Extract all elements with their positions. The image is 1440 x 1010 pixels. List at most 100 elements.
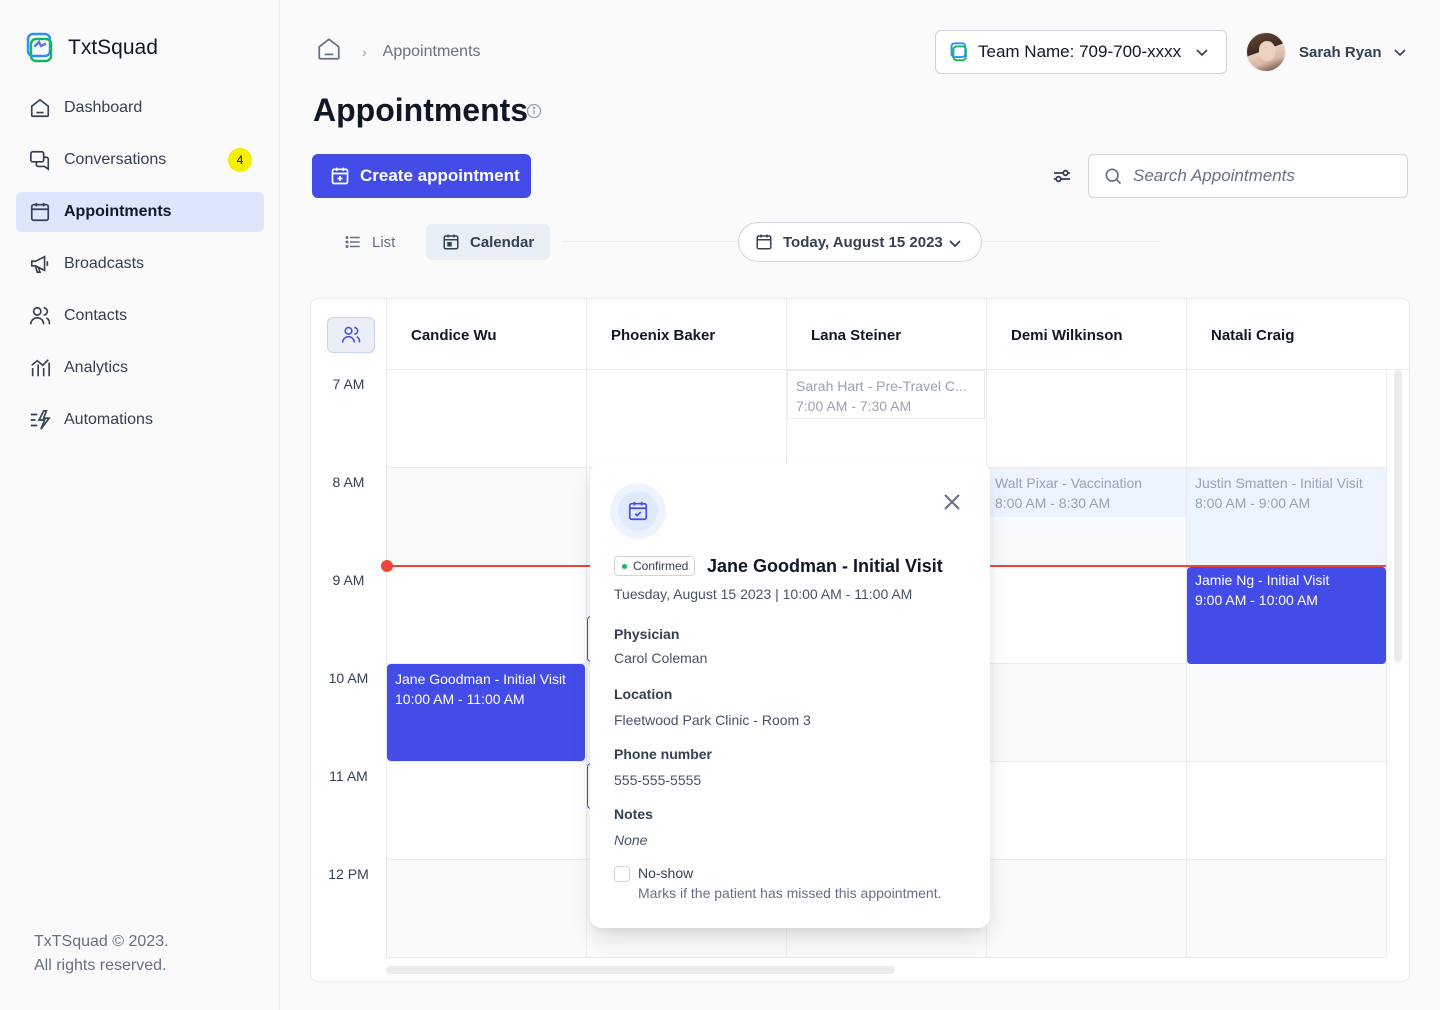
phone-value: 555-555-5555 xyxy=(614,772,702,788)
calendar-icon xyxy=(442,233,460,251)
chevron-right-icon: › xyxy=(362,43,367,60)
notes-value: None xyxy=(614,832,648,848)
create-appointment-label: Create appointment xyxy=(360,166,520,185)
appointment-datetime: Tuesday, August 15 2023 | 10:00 AM - 11:… xyxy=(614,586,913,602)
column-divider xyxy=(1186,370,1187,958)
column-divider xyxy=(386,370,387,958)
column-header: Candice Wu xyxy=(386,299,586,370)
time-label: 7 AM xyxy=(332,376,365,392)
megaphone-icon xyxy=(28,252,52,276)
current-time-dot xyxy=(381,560,393,572)
breadcrumb: › Appointments xyxy=(316,36,481,67)
logo-icon xyxy=(950,42,967,62)
event-title: Walt Pixar - Vaccination xyxy=(995,475,1143,491)
filter-icon[interactable] xyxy=(1050,164,1074,193)
divider xyxy=(562,241,738,242)
create-appointment-button[interactable]: Create appointment xyxy=(312,154,531,198)
sidebar-item-automations[interactable]: Automations xyxy=(16,400,264,440)
chevron-down-icon xyxy=(1194,44,1210,65)
horizontal-scrollbar[interactable] xyxy=(386,966,895,974)
copyright-footer: TxTSquad © 2023. All rights reserved. xyxy=(34,930,169,978)
home-icon[interactable] xyxy=(316,36,342,67)
column-header: Phoenix Baker xyxy=(586,299,786,370)
sidebar-item-conversations[interactable]: Conversations 4 xyxy=(16,140,264,180)
avatar xyxy=(1246,32,1286,72)
time-label: 8 AM xyxy=(332,474,365,490)
sidebar-item-label: Appointments xyxy=(64,203,172,220)
vertical-scrollbar[interactable] xyxy=(1394,370,1402,662)
time-label: 9 AM xyxy=(332,572,365,588)
chat-icon xyxy=(28,148,52,172)
tab-calendar[interactable]: Calendar xyxy=(426,224,551,260)
search-input[interactable] xyxy=(1133,166,1393,186)
chevron-down-icon xyxy=(947,235,963,256)
user-menu[interactable]: Sarah Ryan xyxy=(1246,32,1408,72)
appointment-event[interactable]: Sarah Hart - Pre-Travel C... 7:00 AM - 7… xyxy=(787,370,985,419)
sidebar-item-dashboard[interactable]: Dashboard xyxy=(16,88,264,128)
status-badge: Confirmed xyxy=(614,556,696,576)
tab-list-label: List xyxy=(372,233,396,251)
calendar-icon xyxy=(755,233,773,251)
time-label: 11 AM xyxy=(329,768,368,784)
copyright-line: TxTSquad © 2023. xyxy=(34,933,169,950)
sidebar-item-analytics[interactable]: Analytics xyxy=(16,348,264,388)
notes-label: Notes xyxy=(614,806,653,822)
sidebar-item-label: Conversations xyxy=(64,151,167,168)
popover-title: Jane Goodman - Initial Visit xyxy=(707,556,943,576)
staff-filter-button[interactable] xyxy=(327,317,375,353)
close-icon[interactable] xyxy=(942,492,962,517)
event-title: Jane Goodman - Initial Visit xyxy=(395,671,566,687)
sidebar: TxtSquad Dashboard Conversations 4 Appoi… xyxy=(0,0,280,1010)
event-time: 7:00 AM - 7:30 AM xyxy=(796,398,912,414)
event-time: 9:00 AM - 10:00 AM xyxy=(1195,592,1318,608)
page-title: Appointments xyxy=(313,92,529,128)
appointment-event[interactable]: Jane Goodman - Initial Visit 10:00 AM - … xyxy=(387,664,585,761)
physician-value: Carol Coleman xyxy=(614,650,708,666)
home-icon xyxy=(28,96,52,120)
sidebar-item-label: Broadcasts xyxy=(64,255,145,272)
sidebar-item-label: Dashboard xyxy=(64,99,143,116)
calendar-icon xyxy=(28,200,52,224)
date-picker[interactable]: Today, August 15 2023 xyxy=(738,222,982,262)
location-label: Location xyxy=(614,686,673,702)
time-label: 12 PM xyxy=(328,866,369,882)
users-icon xyxy=(28,304,52,328)
appointment-details-popover: Confirmed Jane Goodman - Initial Visit T… xyxy=(590,463,990,928)
event-time: 10:00 AM - 11:00 AM xyxy=(395,691,525,707)
event-title: Sarah Hart - Pre-Travel C... xyxy=(796,378,967,394)
appointment-event[interactable]: Jamie Ng - Initial Visit 9:00 AM - 10:00… xyxy=(1187,567,1386,664)
tab-list[interactable]: List xyxy=(328,224,411,260)
team-select[interactable]: Team Name: 709-700-xxxx xyxy=(935,30,1227,74)
automation-icon xyxy=(28,408,52,432)
unread-count-badge: 4 xyxy=(228,148,252,172)
sidebar-item-broadcasts[interactable]: Broadcasts xyxy=(16,244,264,284)
users-icon xyxy=(341,325,361,345)
appointment-event[interactable]: Walt Pixar - Vaccination 8:00 AM - 8:30 … xyxy=(987,468,1186,517)
date-picker-value: Today, August 15 2023 xyxy=(783,233,943,251)
event-title: Jamie Ng - Initial Visit xyxy=(1195,572,1330,588)
rights-line: All rights reserved. xyxy=(34,957,167,974)
sidebar-item-label: Contacts xyxy=(64,307,128,324)
popover-icon-badge xyxy=(610,483,666,539)
phone-label: Phone number xyxy=(614,746,713,762)
divider xyxy=(982,241,1160,242)
logo-icon xyxy=(26,32,53,63)
sidebar-item-contacts[interactable]: Contacts xyxy=(16,296,264,336)
calendar-check-icon xyxy=(627,500,649,522)
event-time: 8:00 AM - 9:00 AM xyxy=(1195,495,1311,511)
sidebar-item-appointments[interactable]: Appointments xyxy=(16,192,264,232)
column-divider xyxy=(1386,370,1387,958)
info-icon[interactable] xyxy=(526,103,542,124)
tab-calendar-label: Calendar xyxy=(470,233,535,251)
search-icon xyxy=(1103,166,1123,186)
no-show-checkbox[interactable] xyxy=(614,866,630,882)
team-select-value: Team Name: 709-700-xxxx xyxy=(978,42,1182,61)
chevron-down-icon xyxy=(1392,44,1408,60)
sidebar-item-label: Automations xyxy=(64,411,153,428)
sidebar-item-label: Analytics xyxy=(64,359,129,376)
row-divider xyxy=(386,957,1386,958)
list-icon xyxy=(344,233,362,251)
no-show-hint: Marks if the patient has missed this app… xyxy=(638,885,942,901)
appointment-event[interactable]: Justin Smatten - Initial Visit 8:00 AM -… xyxy=(1187,468,1386,565)
app-logo[interactable]: TxtSquad xyxy=(26,32,158,64)
